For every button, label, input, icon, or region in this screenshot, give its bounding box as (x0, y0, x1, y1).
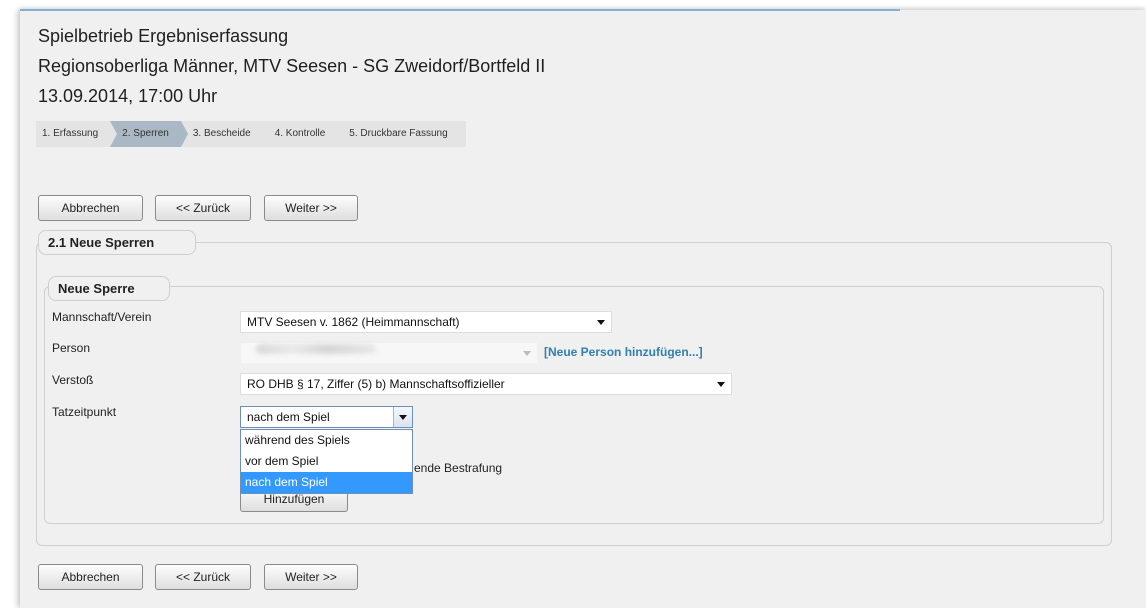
page-title: Spielbetrieb Ergebniserfassung (38, 26, 289, 46)
match-datetime: 13.09.2014, 17:00 Uhr (38, 86, 218, 106)
step-erfassung[interactable]: 1. Erfassung (36, 121, 118, 147)
chevron-down-icon (597, 320, 605, 325)
time-select[interactable]: nach dem Spiel (240, 406, 413, 428)
option-before-game[interactable]: vor dem Spiel (241, 451, 412, 472)
team-select-value: MTV Seesen v. 1862 (Heimmannschaft) (247, 315, 460, 329)
next-button-bottom[interactable]: Weiter >> (264, 564, 358, 590)
option-during-game[interactable]: während des Spiels (241, 430, 412, 451)
step-label: 2. Sperren (122, 128, 169, 139)
person-label: Person (52, 341, 91, 355)
violation-select-value: RO DHB § 17, Ziffer (5) b) Mannschaftsof… (247, 377, 505, 391)
team-label: Mannschaft/Verein (52, 310, 152, 324)
top-border-line (20, 9, 900, 11)
step-kontrolle[interactable]: 4. Kontrolle (262, 121, 345, 147)
step-bescheide[interactable]: 3. Bescheide (180, 121, 270, 147)
violation-label: Verstoß (52, 373, 94, 387)
back-button-top[interactable]: << Zurück (155, 195, 251, 221)
penalty-checkbox-label: ende Bestrafung (414, 461, 503, 475)
option-after-game[interactable]: nach dem Spiel (241, 472, 412, 493)
team-select[interactable]: MTV Seesen v. 1862 (Heimmannschaft) (240, 311, 612, 333)
match-title: Regionsoberliga Männer, MTV Seesen - SG … (38, 56, 546, 76)
wizard-steps: 1. Erfassung 2. Sperren 3. Bescheide 4. … (36, 121, 466, 147)
new-bans-legend: 2.1 Neue Sperren (38, 230, 196, 255)
add-person-link[interactable]: [Neue Person hinzufügen...] (544, 345, 703, 359)
step-label: 4. Kontrolle (274, 128, 326, 139)
time-dropdown-list: während des Spiels vor dem Spiel nach de… (240, 429, 413, 494)
chevron-down-icon (523, 351, 531, 356)
chevron-down-icon (717, 382, 725, 387)
step-sperren[interactable]: 2. Sperren (110, 121, 188, 147)
back-button-bottom[interactable]: << Zurück (155, 564, 251, 590)
step-druckbare-fassung[interactable]: 5. Druckbare Fassung (337, 121, 466, 147)
cancel-button-top[interactable]: Abbrechen (38, 195, 143, 221)
step-label: 1. Erfassung (42, 128, 99, 139)
person-value-blurred (256, 344, 376, 354)
time-label: Tatzeitpunkt (52, 405, 117, 419)
violation-select[interactable]: RO DHB § 17, Ziffer (5) b) Mannschaftsof… (240, 373, 732, 395)
step-label: 5. Druckbare Fassung (349, 128, 448, 139)
chevron-down-icon (399, 415, 407, 420)
dropdown-button[interactable] (393, 407, 412, 427)
time-select-value: nach dem Spiel (247, 410, 330, 424)
step-label: 3. Bescheide (192, 128, 251, 139)
next-button-top[interactable]: Weiter >> (264, 195, 358, 221)
cancel-button-bottom[interactable]: Abbrechen (38, 564, 143, 590)
new-ban-legend: Neue Sperre (48, 276, 170, 301)
